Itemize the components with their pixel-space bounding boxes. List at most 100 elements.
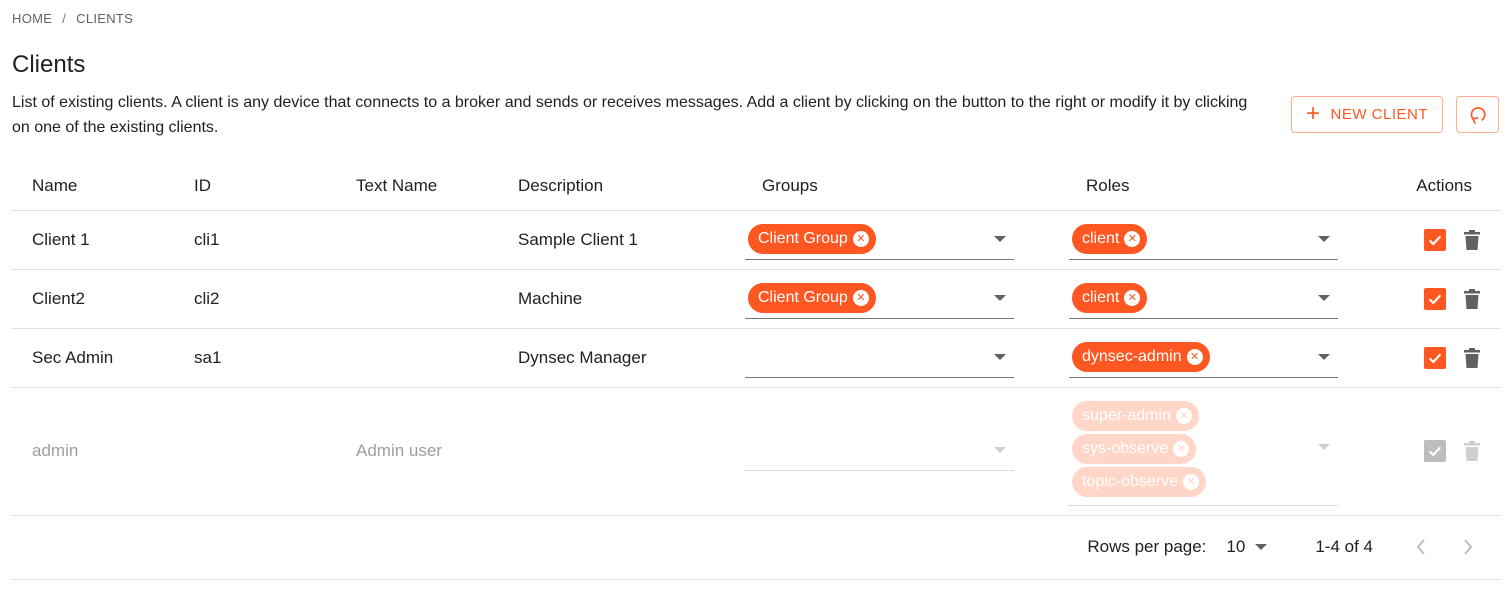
column-header-id: ID [174,162,336,211]
plus-icon: + [1305,99,1321,127]
dropdown-arrow-icon[interactable] [994,353,1006,360]
remove-chip-icon: ✕ [1183,474,1200,490]
cell-groups: Client Group ✕ [742,210,1066,270]
dropdown-arrow-icon [994,447,1006,453]
dropdown-arrow-icon [1318,444,1330,450]
cell-name: Sec Admin [12,328,174,388]
role-chip-label: topic-observe [1082,473,1179,490]
remove-chip-icon: ✕ [1173,441,1190,457]
rows-per-page-value: 10 [1226,537,1246,556]
dropdown-arrow-icon[interactable] [1318,235,1330,242]
table-row[interactable]: Sec Admin sa1 Dynsec Manager dynsec-admi… [12,328,1500,388]
enabled-checkbox[interactable] [1424,346,1446,369]
delete-icon[interactable] [1464,347,1480,368]
cell-actions [1390,269,1500,329]
next-page-icon[interactable] [1462,538,1474,556]
cell-roles: client ✕ [1066,269,1390,329]
role-chip-label: super-admin [1082,407,1171,424]
page-description: List of existing clients. A client is an… [12,94,1248,136]
cell-id: cli2 [174,269,336,329]
groups-select[interactable]: Client Group ✕ [745,279,1014,319]
table-row: admin Admin user super-admin ✕ sys-obser… [12,387,1500,516]
cell-description: Machine [498,269,742,329]
cell-actions [1390,328,1500,388]
roles-select: super-admin ✕ sys-observe ✕ topic-observ… [1069,396,1338,506]
enabled-checkbox[interactable] [1424,287,1446,310]
rows-per-page-label: Rows per page: [1087,537,1207,556]
table-row[interactable]: Client 1 cli1 Sample Client 1 Client Gro… [12,210,1500,270]
groups-select[interactable] [745,338,1014,378]
cell-text-name: Admin user [336,387,498,516]
cell-roles: client ✕ [1066,210,1390,270]
enabled-checkbox[interactable] [1424,228,1446,251]
column-header-name: Name [12,162,174,211]
role-chip: dynsec-admin ✕ [1072,342,1210,372]
new-client-label: NEW CLIENT [1330,106,1429,123]
breadcrumb-current: CLIENTS [76,11,134,26]
roles-select[interactable]: client ✕ [1069,279,1338,319]
previous-page-icon[interactable] [1415,538,1427,556]
cell-groups [742,328,1066,388]
column-header-actions: Actions [1390,162,1500,211]
refresh-icon [1470,106,1486,124]
dropdown-arrow-icon[interactable] [1318,294,1330,301]
role-chip: sys-observe ✕ [1072,434,1197,464]
dropdown-arrow-icon[interactable] [994,235,1006,242]
remove-chip-icon[interactable]: ✕ [1124,231,1141,247]
role-chip: super-admin ✕ [1072,401,1199,431]
cell-actions [1390,387,1500,516]
cell-text-name [336,269,498,329]
cell-roles: dynsec-admin ✕ [1066,328,1390,388]
breadcrumb-home[interactable]: HOME [12,11,52,26]
pagination-range: 1-4 of 4 [1315,537,1373,556]
role-chip-label: dynsec-admin [1082,348,1182,365]
dropdown-arrow-icon[interactable] [994,294,1006,301]
dropdown-arrow-icon[interactable] [1318,353,1330,360]
cell-name: Client 1 [12,210,174,270]
table-row[interactable]: Client2 cli2 Machine Client Group ✕ clie… [12,269,1500,329]
remove-chip-icon[interactable]: ✕ [1186,349,1203,365]
role-chip: client ✕ [1072,283,1148,313]
groups-select [745,431,1014,471]
groups-select[interactable]: Client Group ✕ [745,220,1014,260]
cell-groups [742,387,1066,516]
chevron-down-icon [1255,544,1268,550]
check-icon [1428,446,1442,457]
breadcrumb-separator: / [62,11,67,26]
check-icon [1428,294,1442,305]
rows-per-page-select[interactable]: 10 [1226,537,1268,557]
page-title: Clients [12,51,86,78]
roles-select[interactable]: client ✕ [1069,220,1338,260]
group-chip: Client Group ✕ [748,224,876,254]
role-chip: topic-observe ✕ [1072,467,1207,497]
remove-chip-icon[interactable]: ✕ [1124,290,1141,306]
group-chip: Client Group ✕ [748,283,876,313]
cell-description [498,387,742,516]
cell-actions [1390,210,1500,270]
remove-chip-icon[interactable]: ✕ [852,231,869,247]
cell-id [174,387,336,516]
new-client-button[interactable]: + NEW CLIENT [1291,96,1443,133]
remove-chip-icon: ✕ [1175,408,1192,424]
delete-icon[interactable] [1464,229,1480,250]
role-chip-label: sys-observe [1082,440,1169,457]
delete-icon[interactable] [1464,288,1480,309]
remove-chip-icon[interactable]: ✕ [852,290,869,306]
cell-groups: Client Group ✕ [742,269,1066,329]
enabled-checkbox [1424,440,1446,462]
cell-name: admin [12,387,174,516]
column-header-description: Description [498,162,742,211]
column-header-text-name: Text Name [336,162,498,211]
column-header-groups: Groups [742,162,1066,211]
pagination: Rows per page: 10 1-4 of 4 [12,515,1500,580]
cell-description: Sample Client 1 [498,210,742,270]
role-chip-label: client [1082,289,1120,306]
column-header-roles: Roles [1066,162,1390,211]
breadcrumb: HOME / CLIENTS [12,11,133,26]
cell-text-name [336,328,498,388]
roles-select[interactable]: dynsec-admin ✕ [1069,338,1338,378]
refresh-button[interactable] [1456,96,1499,133]
table-header-row: Name ID Text Name Description Groups Rol… [12,162,1500,211]
check-icon [1428,235,1442,246]
role-chip-label: client [1082,230,1120,247]
